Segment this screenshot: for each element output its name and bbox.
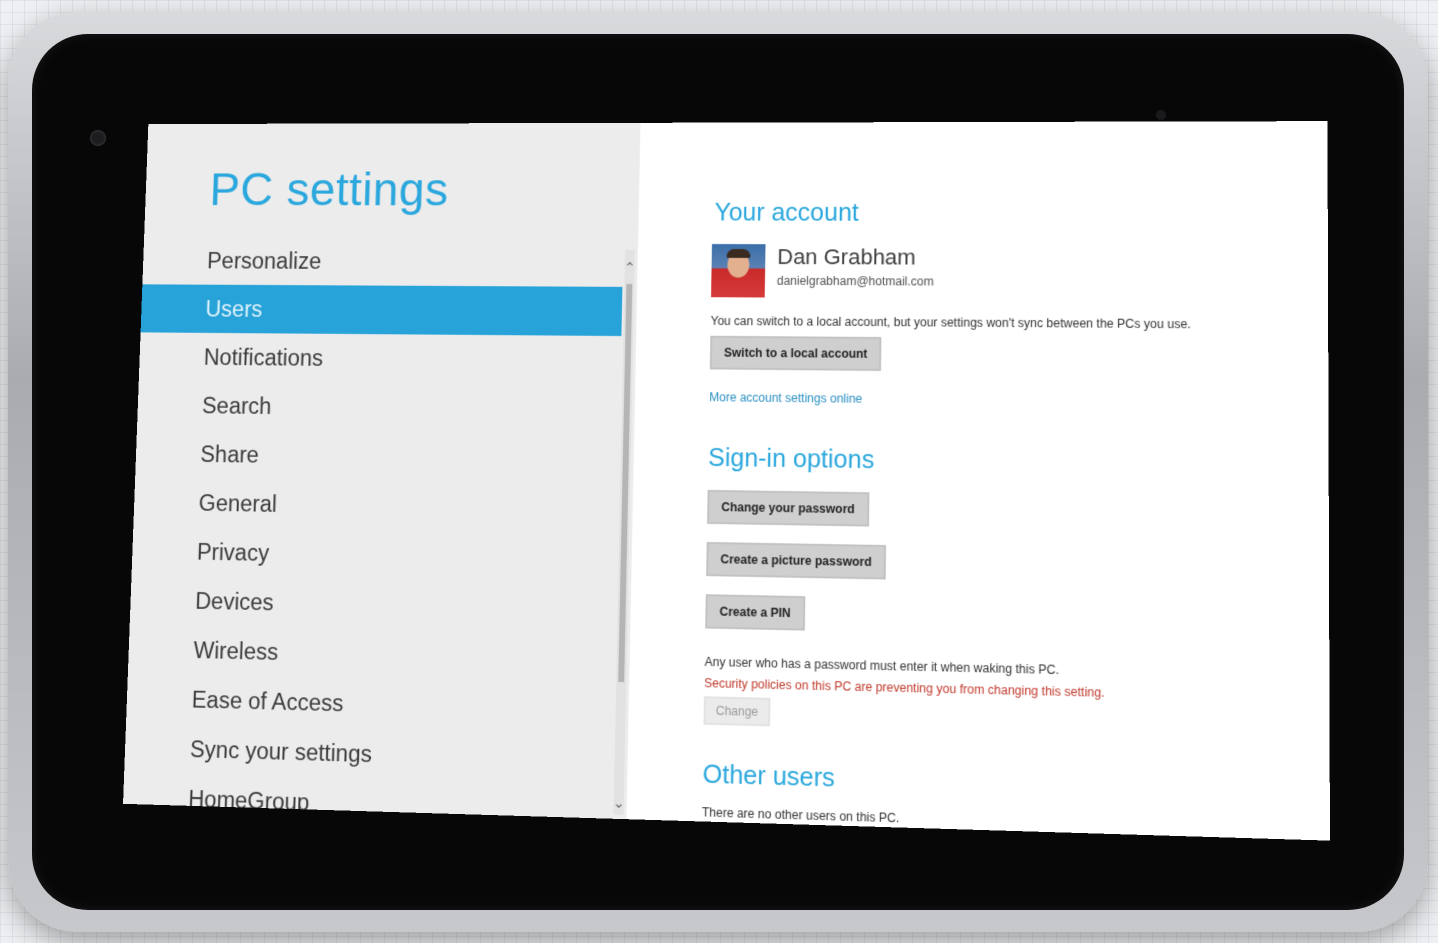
chevron-down-icon[interactable]: ⌄: [612, 794, 626, 812]
avatar: [711, 244, 765, 297]
other-users-heading: Other users: [702, 760, 835, 793]
more-account-settings-link[interactable]: More account settings online: [709, 390, 862, 406]
switch-local-account-button[interactable]: Switch to a local account: [710, 336, 882, 371]
local-account-note: You can switch to a local account, but y…: [711, 314, 1191, 331]
settings-sidebar: PC settings Personalize Users Notification…: [123, 123, 640, 819]
other-users-note: There are no other users on this PC.: [702, 805, 900, 825]
account-email: danielgrabham@hotmail.com: [777, 274, 934, 289]
account-name: Dan Grabham: [777, 244, 916, 270]
page-title: PC settings: [209, 164, 450, 217]
chevron-up-icon[interactable]: ⌃: [623, 259, 637, 276]
create-picture-password-button[interactable]: Create a picture password: [706, 542, 886, 580]
security-policy-warning: Security policies on this PC are prevent…: [704, 676, 1105, 700]
sidebar-item-notifications[interactable]: Notifications: [139, 332, 622, 385]
sidebar-item-users[interactable]: Users: [141, 284, 623, 336]
settings-content: Your account Dan Grabham danielgrabham@h…: [702, 121, 1330, 841]
sidebar-item-general[interactable]: General: [133, 477, 618, 534]
sidebar-item-search[interactable]: Search: [137, 381, 620, 435]
your-account-heading: Your account: [714, 199, 859, 228]
signin-options-heading: Sign-in options: [708, 444, 875, 475]
avatar-hair: [727, 249, 751, 258]
settings-nav: Personalize Users Notifications Search Share…: [123, 236, 623, 837]
sidebar-item-personalize[interactable]: Personalize: [142, 236, 623, 286]
change-password-button[interactable]: Change your password: [707, 490, 869, 527]
camera-icon: [90, 130, 106, 146]
change-button[interactable]: Change: [703, 696, 770, 726]
create-pin-button[interactable]: Create a PIN: [705, 594, 805, 630]
sensor-icon: [1156, 110, 1166, 120]
sidebar-item-share[interactable]: Share: [135, 429, 619, 485]
wake-password-note: Any user who has a password must enter i…: [704, 655, 1059, 677]
pc-settings-screen: PC settings Personalize Users Notification…: [123, 121, 1330, 841]
